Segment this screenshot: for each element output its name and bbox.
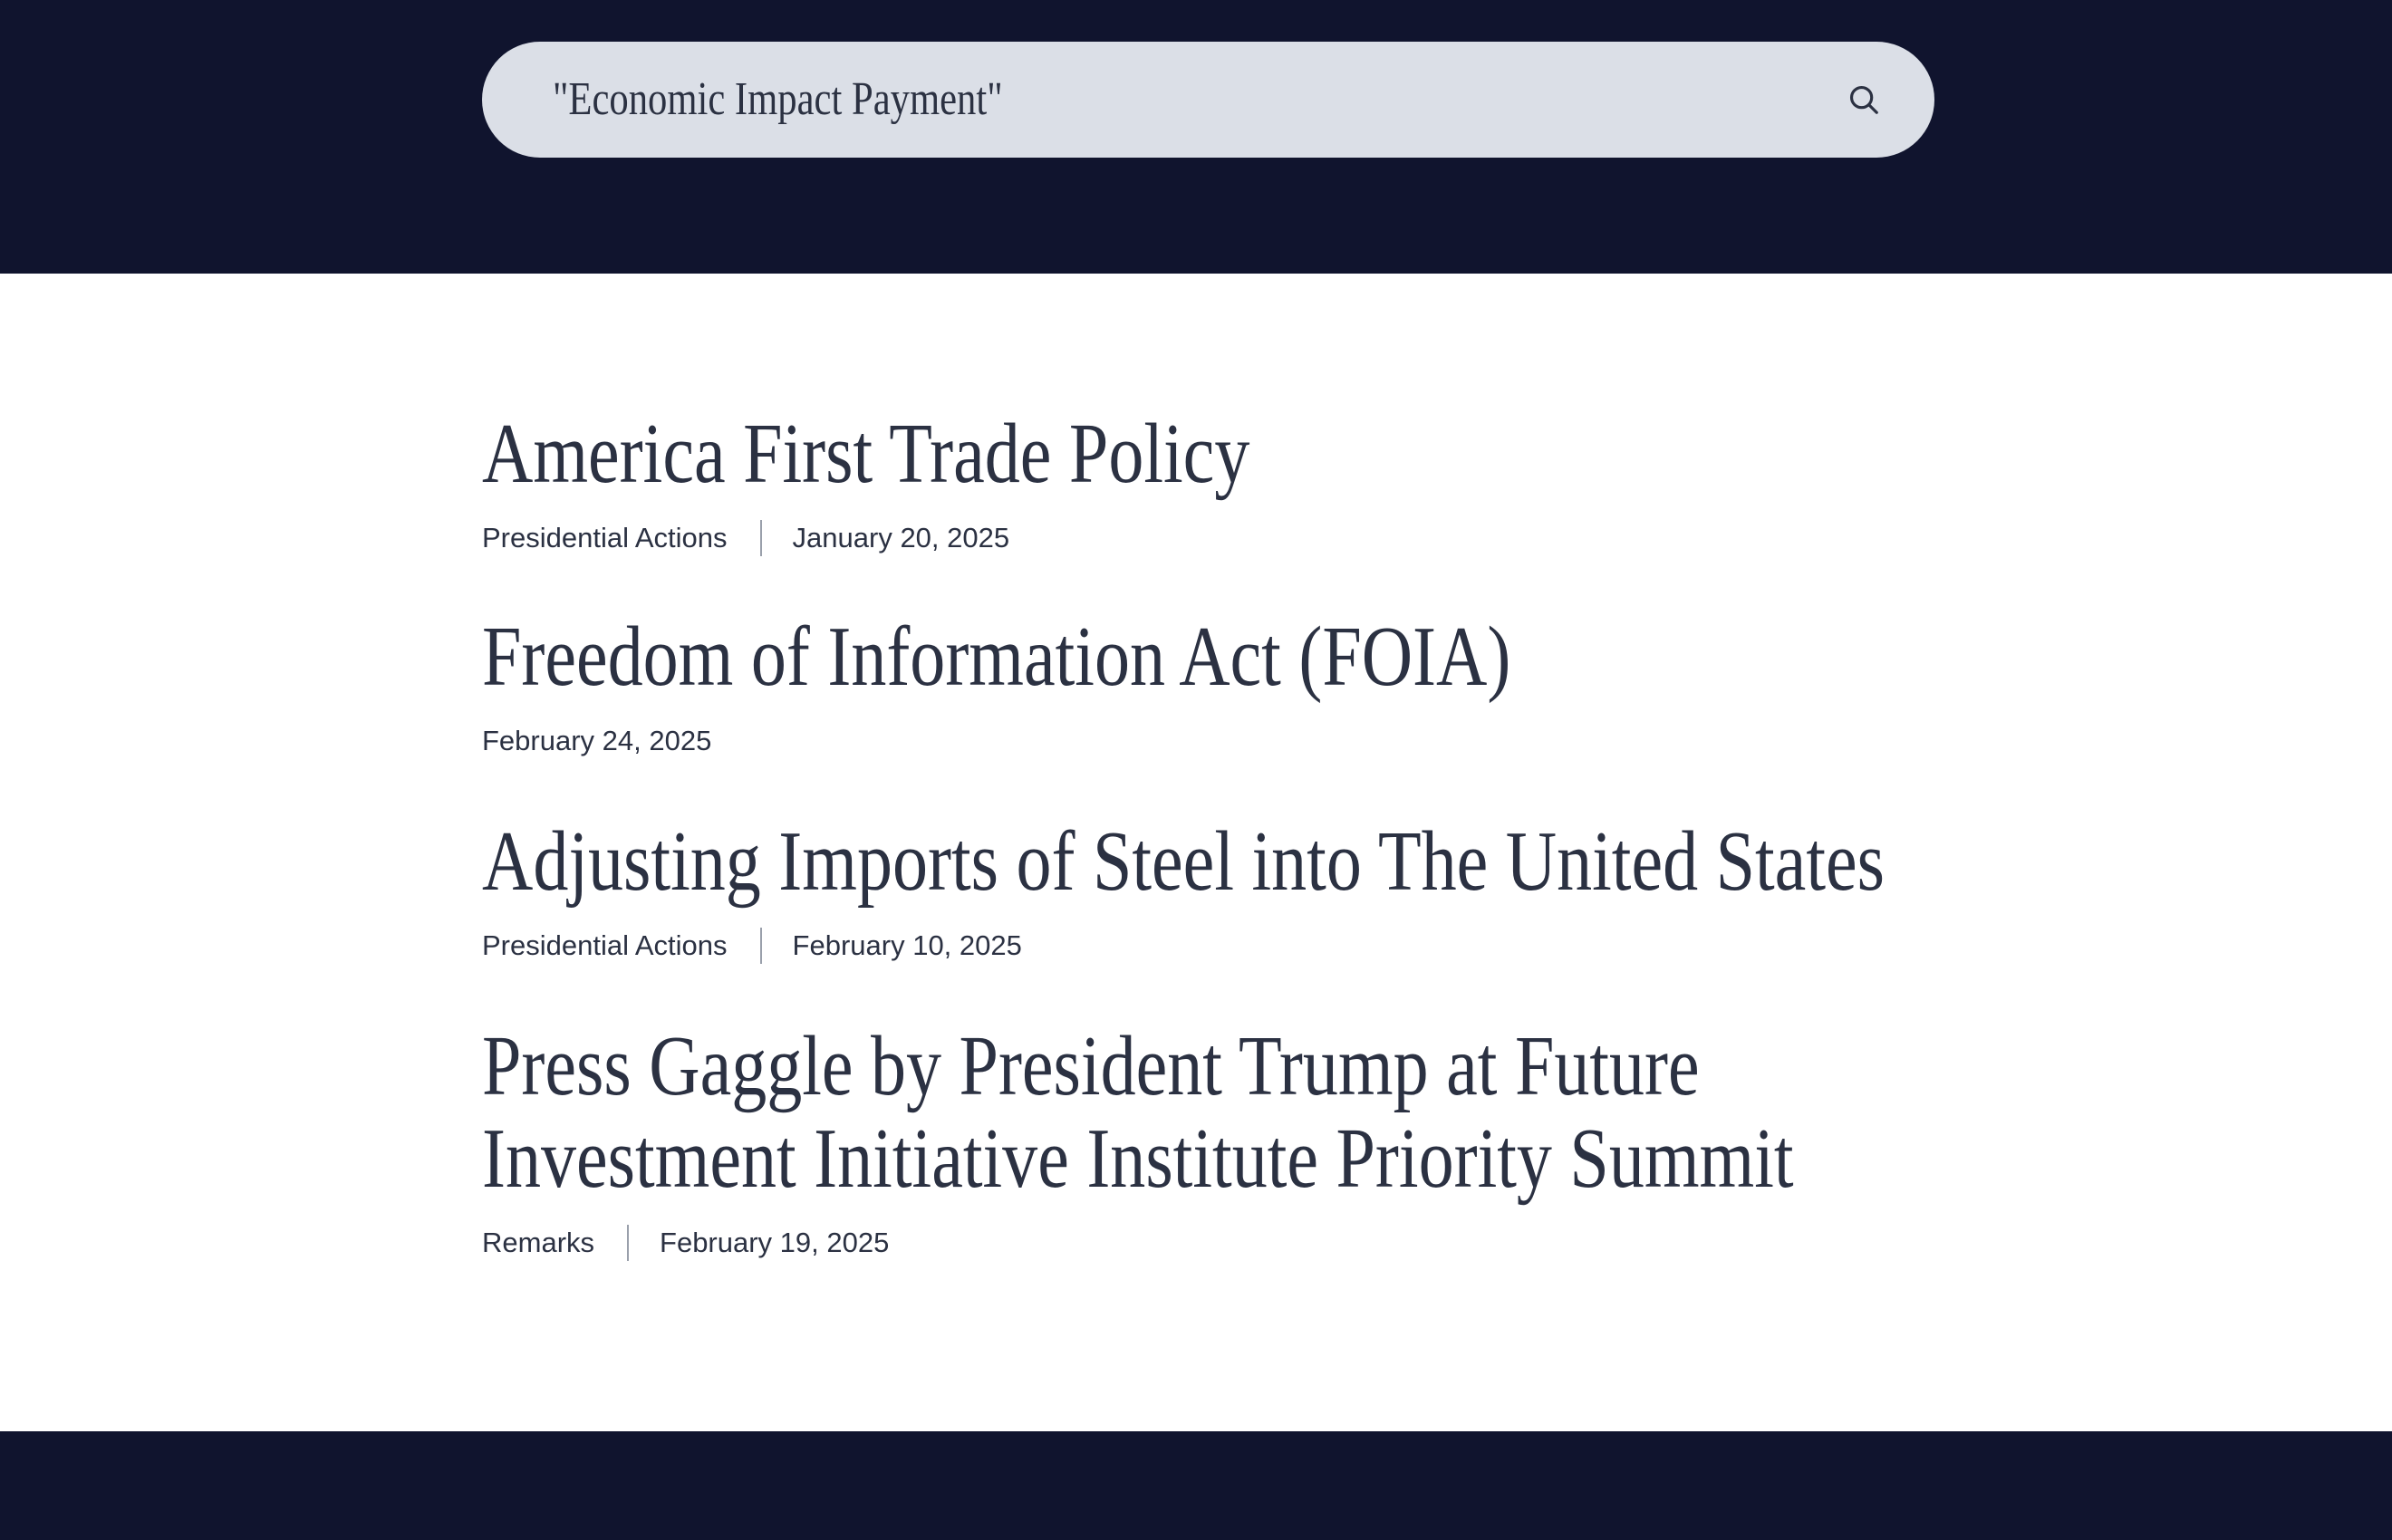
result-category: Presidential Actions xyxy=(482,929,728,961)
meta-divider xyxy=(759,520,762,556)
site-footer xyxy=(0,1431,2392,1540)
list-item: Adjusting Imports of Steel into The Unit… xyxy=(482,815,1950,964)
search-results: America First Trade Policy Presidential … xyxy=(482,408,1950,1261)
list-item: Freedom of Information Act (FOIA) Februa… xyxy=(482,611,1950,759)
search-input[interactable] xyxy=(553,60,1578,140)
list-item: America First Trade Policy Presidential … xyxy=(482,408,1950,556)
meta-divider xyxy=(627,1225,630,1261)
search-bar xyxy=(482,42,1934,158)
search-icon xyxy=(1849,85,1878,114)
result-category: Presidential Actions xyxy=(482,522,728,553)
result-title-line: Freedom of Information Act (FOIA) xyxy=(482,610,1511,704)
site-header xyxy=(0,0,2392,274)
result-title-link[interactable]: Press Gaggle by President Trump at Futur… xyxy=(482,1019,1794,1206)
search-button[interactable] xyxy=(1837,72,1891,127)
result-title-line: America First Trade Policy xyxy=(482,407,1250,501)
result-meta: February 24, 2025 xyxy=(482,723,1950,759)
result-date: January 20, 2025 xyxy=(792,522,1010,553)
result-title-link[interactable]: Freedom of Information Act (FOIA) xyxy=(482,611,1701,703)
list-item: Press Gaggle by President Trump at Futur… xyxy=(482,1020,1950,1261)
result-title-line: Press Gaggle by President Trump at Futur… xyxy=(482,1019,1700,1113)
result-category: Remarks xyxy=(482,1227,595,1258)
meta-divider xyxy=(759,928,762,964)
result-meta: Remarks February 19, 2025 xyxy=(482,1225,1950,1261)
result-date: February 24, 2025 xyxy=(482,725,712,756)
result-meta: Presidential Actions February 10, 2025 xyxy=(482,928,1950,964)
result-title-line: Adjusting Imports of Steel into The Unit… xyxy=(482,814,1885,909)
result-date: February 19, 2025 xyxy=(660,1227,890,1258)
result-title-line: Investment Initiative Institute Priority… xyxy=(482,1112,1794,1206)
result-title-link[interactable]: America First Trade Policy xyxy=(482,408,1701,500)
result-meta: Presidential Actions January 20, 2025 xyxy=(482,520,1950,556)
result-title-link[interactable]: Adjusting Imports of Steel into The Unit… xyxy=(482,814,1885,909)
result-date: February 10, 2025 xyxy=(792,929,1022,961)
